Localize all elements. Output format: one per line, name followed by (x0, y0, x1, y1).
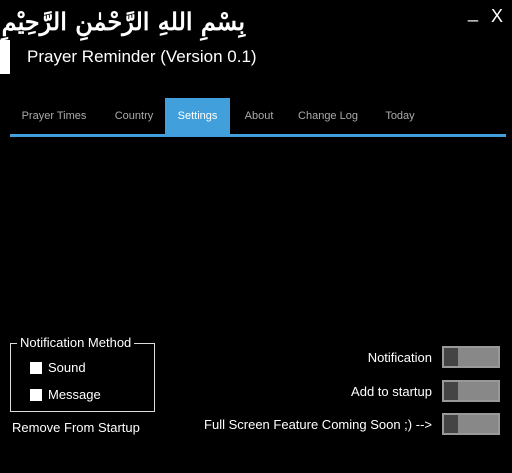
full-screen-toggle[interactable] (442, 413, 500, 435)
notification-toggle-label: Notification (367, 350, 432, 365)
tab-bar: Prayer Times Country Settings About Chan… (10, 98, 506, 136)
full-screen-toggle-label: Full Screen Feature Coming Soon ;) --> (204, 417, 432, 432)
tab-settings[interactable]: Settings (165, 98, 230, 134)
add-to-startup-toggle[interactable] (442, 380, 500, 402)
title-bar: بِسْمِ اللهِ الرَّحْمٰنِ الرَّحِيْمِ Pra… (0, 0, 512, 96)
sound-checkbox[interactable] (30, 362, 42, 374)
tab-underline (10, 134, 506, 137)
toggle-knob (444, 382, 458, 400)
notification-toggle[interactable] (442, 346, 500, 368)
minimize-button[interactable]: _ (463, 2, 483, 22)
tab-today[interactable]: Today (376, 98, 424, 134)
toggle-knob (444, 415, 458, 433)
remove-from-startup-button[interactable]: Remove From Startup (12, 419, 140, 437)
tab-country[interactable]: Country (104, 98, 164, 134)
sound-option[interactable]: Sound (30, 359, 86, 377)
notification-method-group: Notification Method Sound Message (10, 335, 155, 412)
sound-label: Sound (48, 360, 86, 375)
message-option[interactable]: Message (30, 386, 101, 404)
close-button[interactable]: X (487, 6, 507, 26)
title-accent-bar (0, 40, 10, 74)
notification-method-legend: Notification Method (17, 335, 135, 351)
message-label: Message (48, 387, 101, 402)
tab-change-log[interactable]: Change Log (292, 98, 364, 134)
toggle-knob (444, 348, 458, 366)
bismillah-text: بِسْمِ اللهِ الرَّحْمٰنِ الرَّحِيْمِ (1, 7, 245, 36)
message-checkbox[interactable] (30, 389, 42, 401)
tab-prayer-times[interactable]: Prayer Times (10, 98, 98, 134)
tab-about[interactable]: About (236, 98, 282, 134)
add-to-startup-toggle-label: Add to startup (351, 384, 432, 399)
app-title: Prayer Reminder (Version 0.1) (27, 47, 257, 66)
